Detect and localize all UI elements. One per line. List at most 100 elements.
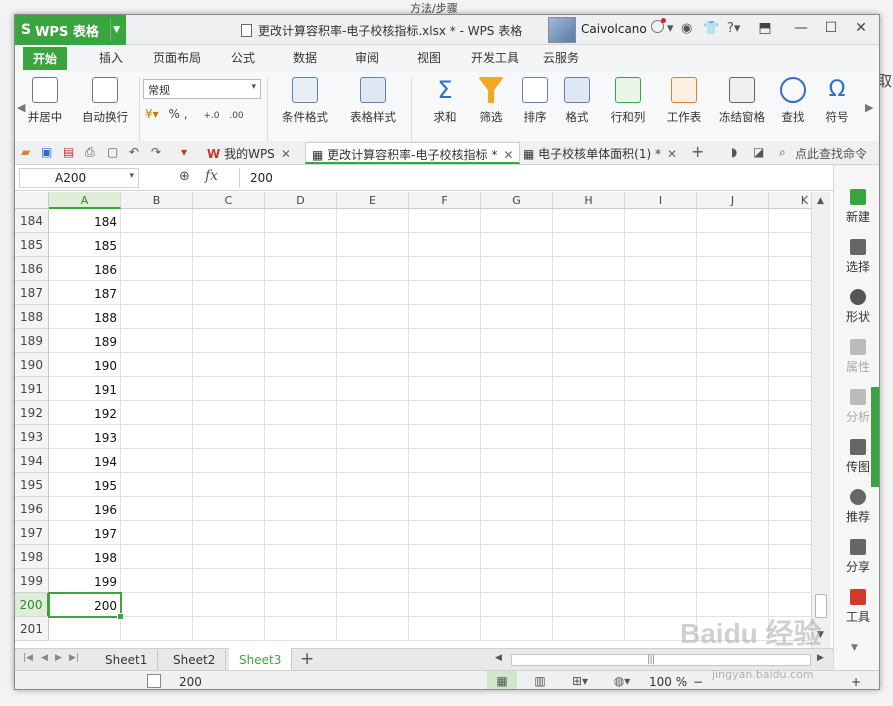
- tab-insert[interactable]: 插入: [99, 49, 123, 66]
- print-preview-icon[interactable]: ▢: [107, 145, 118, 159]
- row-header[interactable]: 194: [15, 449, 49, 473]
- table-cell[interactable]: [481, 473, 553, 497]
- table-cell[interactable]: [481, 497, 553, 521]
- table-cell[interactable]: [697, 425, 769, 449]
- table-cell[interactable]: [193, 257, 265, 281]
- table-cell[interactable]: [481, 305, 553, 329]
- table-cell[interactable]: [265, 569, 337, 593]
- table-cell[interactable]: [697, 617, 769, 641]
- table-cell[interactable]: 197: [49, 521, 121, 545]
- table-cell[interactable]: [121, 473, 193, 497]
- tab-data[interactable]: 数据: [293, 49, 317, 66]
- table-cell[interactable]: [481, 521, 553, 545]
- table-cell[interactable]: [337, 353, 409, 377]
- sheet-tab-1[interactable]: Sheet1: [95, 649, 159, 671]
- tab-review[interactable]: 审阅: [355, 49, 379, 66]
- close-tab-icon[interactable]: ✕: [281, 147, 291, 161]
- table-cell[interactable]: [481, 569, 553, 593]
- table-cell[interactable]: [697, 545, 769, 569]
- vertical-scrollbar[interactable]: ▲ ▼: [811, 192, 831, 648]
- table-cell[interactable]: [553, 209, 625, 233]
- table-cell[interactable]: [193, 521, 265, 545]
- table-cell[interactable]: [553, 353, 625, 377]
- table-cell[interactable]: [625, 569, 697, 593]
- pin-icon[interactable]: ⬒: [755, 20, 775, 36]
- table-cell[interactable]: [409, 593, 481, 617]
- number-format-select[interactable]: 常规: [143, 79, 261, 99]
- task-share-button[interactable]: 分享: [834, 539, 879, 575]
- table-cell[interactable]: [553, 425, 625, 449]
- table-cell[interactable]: [769, 377, 811, 401]
- freeze-panes-button[interactable]: 冻结窗格: [715, 77, 769, 125]
- table-cell[interactable]: [265, 521, 337, 545]
- scroll-left-icon[interactable]: ◀: [495, 653, 502, 663]
- table-cell[interactable]: [121, 233, 193, 257]
- row-header[interactable]: 192: [15, 401, 49, 425]
- table-cell[interactable]: [481, 401, 553, 425]
- table-cell[interactable]: [265, 425, 337, 449]
- wrap-text-button[interactable]: 自动换行: [79, 77, 131, 125]
- table-cell[interactable]: [409, 521, 481, 545]
- table-cell[interactable]: [697, 257, 769, 281]
- row-header[interactable]: 201: [15, 617, 49, 641]
- dropdown-icon[interactable]: ▾: [667, 21, 674, 36]
- table-cell[interactable]: 198: [49, 545, 121, 569]
- table-cell[interactable]: [337, 377, 409, 401]
- select-all-corner[interactable]: [15, 192, 49, 209]
- row-header[interactable]: 184: [15, 209, 49, 233]
- row-header[interactable]: 199: [15, 569, 49, 593]
- table-cell[interactable]: [553, 329, 625, 353]
- row-header[interactable]: 198: [15, 545, 49, 569]
- tab-developer[interactable]: 开发工具: [471, 49, 519, 66]
- table-cell[interactable]: 193: [49, 425, 121, 449]
- table-cell[interactable]: [481, 209, 553, 233]
- table-cell[interactable]: [625, 329, 697, 353]
- sort-button[interactable]: 排序: [515, 77, 555, 125]
- scroll-down-icon[interactable]: ▼: [817, 630, 824, 640]
- table-cell[interactable]: [121, 329, 193, 353]
- task-new-button[interactable]: 新建: [834, 189, 879, 225]
- table-cell[interactable]: [769, 281, 811, 305]
- scroll-thumb[interactable]: [815, 594, 827, 618]
- table-cell[interactable]: [265, 545, 337, 569]
- table-cell[interactable]: [697, 473, 769, 497]
- add-sheet-icon[interactable]: +: [300, 649, 314, 669]
- column-header-k[interactable]: K: [769, 192, 811, 209]
- table-cell[interactable]: [769, 233, 811, 257]
- table-cell[interactable]: [409, 401, 481, 425]
- ribbon-scroll-right-icon[interactable]: ▶: [865, 101, 873, 114]
- table-cell[interactable]: [769, 545, 811, 569]
- increase-decimal-icon[interactable]: +.0: [203, 111, 219, 121]
- table-cell[interactable]: [193, 305, 265, 329]
- table-cell[interactable]: [625, 257, 697, 281]
- table-cell[interactable]: 187: [49, 281, 121, 305]
- table-cell[interactable]: [121, 593, 193, 617]
- currency-icon[interactable]: ¥▾: [145, 107, 159, 121]
- table-cell[interactable]: [697, 569, 769, 593]
- table-cell[interactable]: [697, 449, 769, 473]
- table-cell[interactable]: [769, 521, 811, 545]
- column-header-f[interactable]: F: [409, 192, 481, 209]
- horizontal-scroll-thumb[interactable]: |||: [511, 654, 811, 666]
- table-cell[interactable]: [265, 281, 337, 305]
- table-cell[interactable]: [265, 497, 337, 521]
- close-tab-icon[interactable]: ✕: [667, 147, 677, 161]
- table-cell[interactable]: [265, 209, 337, 233]
- table-cell[interactable]: [193, 593, 265, 617]
- table-cell[interactable]: [409, 209, 481, 233]
- percent-comma-buttons[interactable]: % ,: [169, 107, 188, 121]
- table-cell[interactable]: [481, 449, 553, 473]
- table-cell[interactable]: [481, 233, 553, 257]
- table-cell[interactable]: [481, 257, 553, 281]
- table-cell[interactable]: [697, 233, 769, 257]
- prev-sheet-icon[interactable]: ◀: [41, 653, 48, 663]
- table-cell[interactable]: [121, 377, 193, 401]
- table-cell[interactable]: [697, 377, 769, 401]
- table-cell[interactable]: [697, 497, 769, 521]
- table-cell[interactable]: [481, 617, 553, 641]
- row-header[interactable]: 196: [15, 497, 49, 521]
- table-cell[interactable]: [409, 425, 481, 449]
- table-cell[interactable]: [121, 281, 193, 305]
- table-cell[interactable]: [769, 353, 811, 377]
- chevron-down-icon[interactable]: ▼: [113, 25, 120, 35]
